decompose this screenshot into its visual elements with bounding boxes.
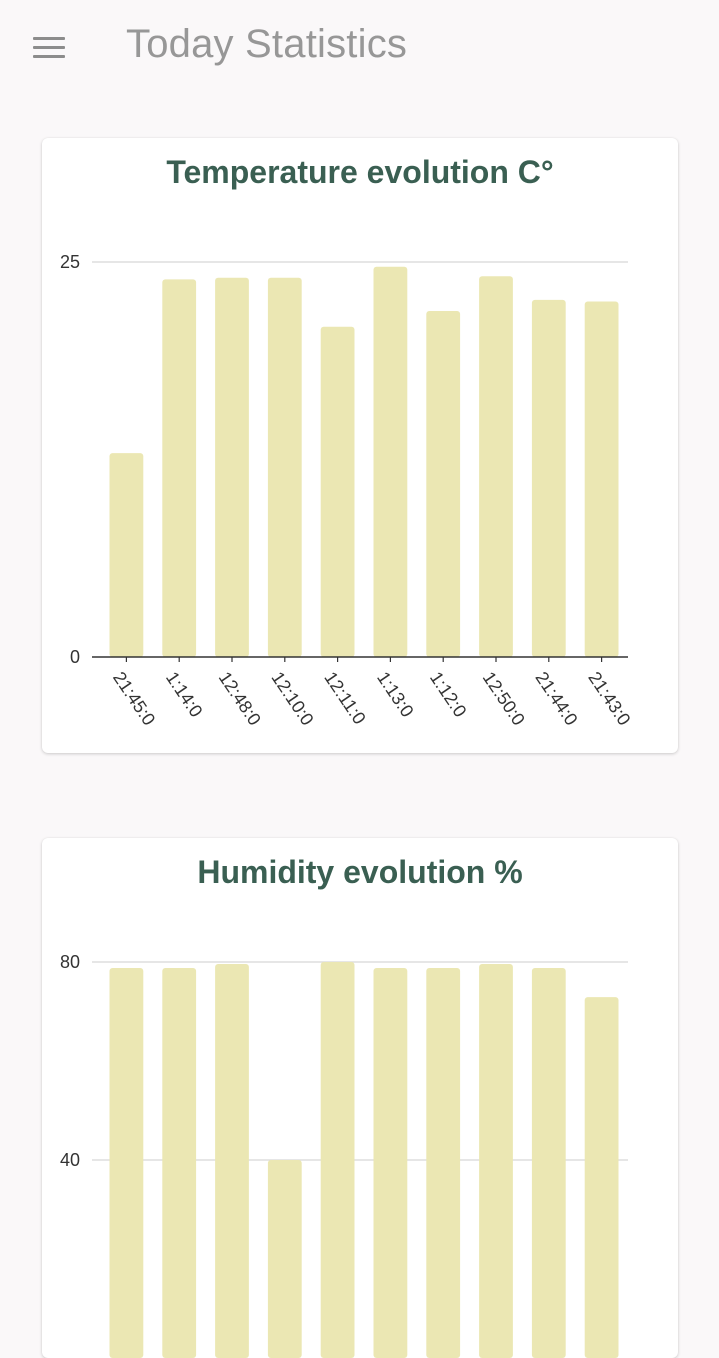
x-tick-label: 12:11:0 xyxy=(320,668,369,728)
bar xyxy=(215,277,249,657)
y-tick-label: 25 xyxy=(60,252,80,272)
bar xyxy=(109,967,144,1358)
bar xyxy=(109,453,144,657)
menu-line xyxy=(33,55,65,58)
x-tick-label: 21:45:0 xyxy=(109,668,159,729)
y-tick-label: 0 xyxy=(70,647,80,667)
page-title: Today Statistics xyxy=(126,22,408,66)
menu-line xyxy=(33,46,65,49)
bar xyxy=(479,276,513,657)
temperature-chart-card: Temperature evolution C° 0 25 21:45:0 1:14:… xyxy=(42,138,678,753)
bar xyxy=(320,326,355,657)
x-tick-label: 21:44:0 xyxy=(531,668,581,729)
bar xyxy=(531,967,566,1358)
x-tick-label: 1:12:0 xyxy=(426,668,471,721)
humidity-bar-chart: 40 80 xyxy=(60,952,628,1358)
x-tick-label: 1:13:0 xyxy=(373,668,418,721)
bar xyxy=(267,277,302,657)
hamburger-menu-icon[interactable] xyxy=(26,28,72,68)
y-tick-label: 40 xyxy=(60,1150,80,1170)
humidity-chart-card: Humidity evolution % 40 80 xyxy=(42,838,678,1358)
x-tick-label: 12:50:0 xyxy=(479,668,529,729)
bar xyxy=(531,299,566,657)
bar xyxy=(584,301,619,657)
x-tick-label: 12:48:0 xyxy=(215,668,265,729)
x-tick-label: 1:14:0 xyxy=(162,668,207,721)
bar xyxy=(267,1160,302,1358)
app-bar: Today Statistics xyxy=(0,0,719,96)
menu-line xyxy=(33,37,65,40)
bar xyxy=(479,963,513,1358)
x-tick-label: 21:43:0 xyxy=(584,668,634,729)
bar xyxy=(320,962,355,1358)
y-tick-label: 80 xyxy=(60,952,80,972)
bar xyxy=(162,967,197,1358)
bar xyxy=(215,963,249,1358)
temperature-bar-chart: 02521:45:0 1:14:0 12:48:0 12:10:0 12:11:0 1:1… xyxy=(60,252,634,729)
bar xyxy=(584,997,619,1358)
x-tick-label: 12:10:0 xyxy=(267,668,317,729)
bar xyxy=(373,967,408,1358)
bar xyxy=(426,310,461,657)
bar xyxy=(162,279,197,657)
bar xyxy=(373,266,408,657)
bar xyxy=(426,967,461,1358)
